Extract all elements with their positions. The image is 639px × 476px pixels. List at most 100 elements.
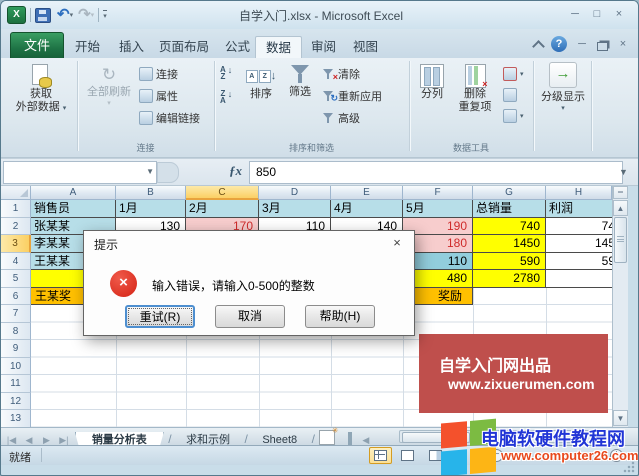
column-header-G[interactable]: G — [473, 186, 546, 200]
properties-button[interactable]: 属性 — [139, 88, 200, 104]
tab-review[interactable]: 审阅 — [301, 36, 346, 58]
cell[interactable]: 1月 — [115, 200, 186, 218]
redo-button[interactable]: ↷ — [78, 8, 91, 22]
row-header-6[interactable]: 6 — [1, 288, 31, 306]
workbook-restore-icon[interactable] — [597, 42, 608, 51]
dialog-message: 输入错误，请输入0-500的整数 — [152, 277, 315, 294]
name-box-dropdown-icon[interactable]: ▼ — [146, 167, 154, 176]
column-header-D[interactable]: D — [259, 186, 331, 200]
insert-worksheet-icon[interactable] — [319, 430, 335, 445]
cell[interactable]: 销售员 — [31, 200, 116, 218]
scroll-down-icon[interactable]: ▼ — [613, 410, 628, 426]
row-header-1[interactable]: 1 — [1, 200, 31, 218]
row-header-7[interactable]: 7 — [1, 305, 31, 323]
maximize-button[interactable]: □ — [586, 7, 608, 22]
advanced-filter-button[interactable]: 高级 — [323, 110, 382, 126]
undo-button[interactable]: ↶ — [57, 8, 70, 22]
sort-az-button[interactable]: AZ↓ — [220, 66, 232, 80]
cell[interactable]: 4月 — [330, 200, 403, 218]
select-all-corner[interactable] — [1, 186, 31, 200]
qat-customize-icon[interactable]: ▾ — [103, 10, 107, 20]
undo-dropdown-icon[interactable]: ▾ — [70, 11, 74, 19]
row-header-5[interactable]: 5 — [1, 270, 31, 288]
refresh-all-button[interactable]: ↻ 全部刷新 ▾ — [83, 64, 135, 107]
cancel-button[interactable]: 取消 — [215, 305, 285, 328]
what-if-analysis-button[interactable]: ▾ — [503, 108, 524, 124]
tab-view[interactable]: 视图 — [343, 36, 388, 58]
cell[interactable]: 2月 — [185, 200, 259, 218]
dialog-close-icon[interactable]: × — [388, 235, 406, 250]
cell[interactable]: 590 — [472, 252, 546, 271]
tab-home[interactable]: 开始 — [65, 36, 110, 58]
group-label-data-tools: 数据工具 — [415, 141, 527, 153]
row-header-12[interactable]: 12 — [1, 393, 31, 411]
tab-data[interactable]: 数据 — [255, 36, 302, 59]
normal-view-button[interactable] — [369, 447, 392, 464]
row-header-9[interactable]: 9 — [1, 340, 31, 358]
row-header-4[interactable]: 4 — [1, 253, 31, 271]
cell[interactable] — [545, 269, 621, 288]
connections-button[interactable]: 连接 — [139, 66, 200, 82]
cell[interactable]: 总销量 — [472, 200, 546, 218]
reapply-button[interactable]: ↻重新应用 — [323, 88, 382, 104]
scroll-up-icon[interactable]: ▲ — [613, 200, 628, 216]
excel-app-icon[interactable]: X — [7, 6, 26, 24]
sort-za-button[interactable]: ZA↓ — [220, 90, 232, 104]
page-layout-view-button[interactable] — [396, 447, 419, 464]
edit-links-button[interactable]: 编辑链接 — [139, 110, 200, 126]
row-header-13[interactable]: 13 — [1, 410, 31, 428]
cell[interactable]: 74 — [545, 217, 621, 236]
close-button[interactable]: × — [608, 7, 630, 22]
remove-duplicates-button[interactable]: × 删除 重复项 — [453, 64, 497, 114]
cell[interactable]: 1450 — [472, 234, 546, 253]
sort-button[interactable]: AZ↓ 排序 — [244, 64, 278, 101]
cell[interactable]: 2780 — [472, 269, 546, 288]
column-header-C[interactable]: C — [186, 186, 259, 200]
tab-page-layout[interactable]: 页面布局 — [149, 36, 219, 58]
row-header-8[interactable]: 8 — [1, 323, 31, 341]
scrollbar-split-handle[interactable]: ═ — [613, 186, 628, 199]
cell[interactable]: 740 — [472, 217, 546, 236]
remove-duplicates-icon: × — [465, 64, 486, 88]
tab-file[interactable]: 文件 — [10, 32, 64, 60]
clear-filter-button[interactable]: ×清除 — [323, 66, 382, 82]
save-button[interactable] — [35, 8, 51, 23]
row-header-3[interactable]: 3 — [1, 235, 31, 253]
column-header-H[interactable]: H — [546, 186, 612, 200]
column-header-B[interactable]: B — [116, 186, 186, 200]
workbook-minimize-icon[interactable]: ─ — [575, 37, 589, 52]
cell[interactable]: 5月 — [402, 200, 473, 218]
outline-button[interactable]: → 分级显示 ▾ — [539, 62, 587, 112]
help-button[interactable]: 帮助(H) — [305, 305, 375, 328]
row-header-11[interactable]: 11 — [1, 375, 31, 393]
minimize-button[interactable]: ─ — [564, 7, 586, 22]
column-header-A[interactable]: A — [31, 186, 116, 200]
data-validation-button[interactable]: ▾ — [503, 66, 524, 82]
get-external-data-button[interactable]: 获取 外部数据 ▾ — [11, 64, 71, 115]
row-header-2[interactable]: 2 — [1, 218, 31, 236]
vertical-scrollbar[interactable]: ═ ▲ ▼ — [612, 186, 628, 427]
row-header-10[interactable]: 10 — [1, 358, 31, 376]
vertical-scroll-thumb[interactable] — [614, 217, 627, 263]
name-box[interactable]: ▼ — [3, 161, 157, 184]
tab-insert[interactable]: 插入 — [109, 36, 154, 58]
tab-formulas[interactable]: 公式 — [215, 36, 260, 58]
formula-input[interactable]: 850 — [249, 161, 623, 184]
retry-button[interactable]: 重试(R) — [125, 305, 195, 328]
tab-scroll-splitter[interactable] — [348, 432, 352, 445]
cell[interactable]: 59 — [545, 252, 621, 271]
minimize-ribbon-icon[interactable] — [532, 40, 545, 53]
insert-function-icon[interactable]: ƒx — [229, 163, 242, 179]
help-icon[interactable]: ? — [551, 36, 567, 52]
column-header-E[interactable]: E — [331, 186, 403, 200]
workbook-close-icon[interactable]: × — [616, 37, 630, 52]
cell[interactable]: 145 — [545, 234, 621, 253]
column-header-F[interactable]: F — [403, 186, 473, 200]
consolidate-button[interactable] — [503, 87, 524, 103]
text-to-columns-button[interactable]: 分列 — [415, 64, 449, 101]
outline-label: 分级显示 — [541, 91, 585, 104]
expand-formula-bar-icon[interactable]: ▼ — [619, 167, 628, 177]
filter-button[interactable]: 筛选 — [282, 64, 318, 99]
cell[interactable]: 3月 — [258, 200, 331, 218]
cell[interactable]: 利润 — [545, 200, 621, 218]
